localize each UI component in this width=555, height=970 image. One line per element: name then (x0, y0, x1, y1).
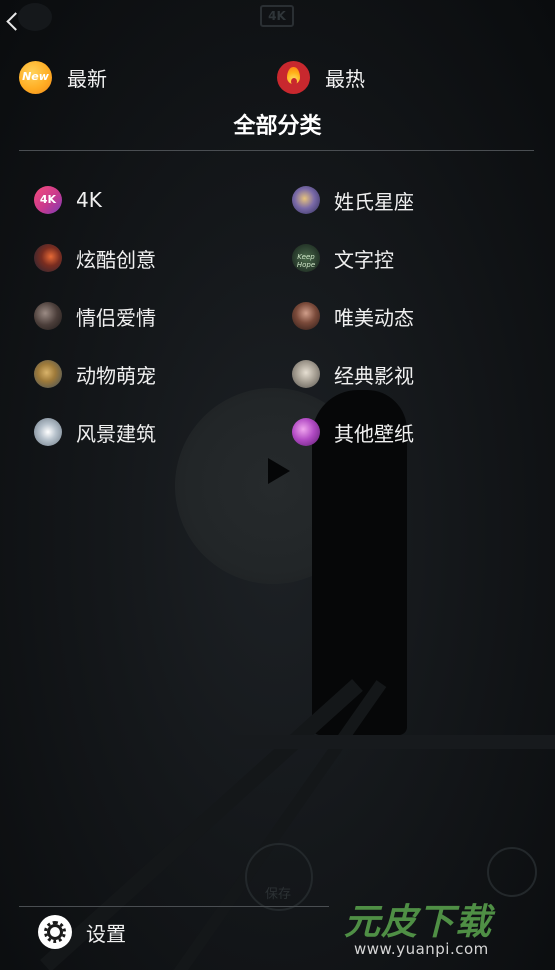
category-classic-movie[interactable]: 经典影视 (292, 359, 414, 389)
text-thumb-icon: Keep Hope (292, 244, 320, 272)
other-wallpaper-thumb-icon (292, 418, 320, 446)
category-scenery-architecture[interactable]: 风景建筑 (34, 417, 156, 447)
hottest-label: 最热 (325, 66, 365, 91)
category-label: 经典影视 (334, 363, 414, 388)
category-cool-creative[interactable]: 炫酷创意 (34, 243, 156, 273)
gear-icon (38, 915, 72, 949)
save-label: 保存 (265, 887, 292, 902)
category-label: 风景建筑 (76, 421, 156, 446)
category-animal-pet[interactable]: 动物萌宠 (34, 359, 156, 389)
cool-creative-thumb-icon (34, 244, 62, 272)
category-label: 其他壁纸 (334, 421, 414, 446)
settings-button[interactable]: 设置 (38, 915, 126, 949)
category-label: 姓氏星座 (334, 189, 414, 214)
latest-entry[interactable]: New 最新 (19, 60, 107, 94)
wallpaper-background: 4K 保存 (0, 0, 555, 970)
category-label: 动物萌宠 (76, 363, 156, 388)
category-couple[interactable]: 情侣爱情 (34, 301, 156, 331)
aesthetic-dynamic-thumb-icon (292, 302, 320, 330)
settings-label: 设置 (86, 921, 126, 946)
play-icon (268, 458, 290, 484)
category-surname-zodiac[interactable]: 姓氏星座 (292, 185, 414, 215)
scenery-architecture-thumb-icon (34, 418, 62, 446)
background-gear-icon (487, 847, 537, 897)
divider (19, 150, 534, 151)
new-badge-icon: New (19, 60, 52, 94)
hottest-entry[interactable]: 最热 (277, 60, 365, 94)
back-arrow-icon[interactable] (4, 10, 20, 32)
flame-icon (277, 60, 310, 94)
category-label: 炫酷创意 (76, 247, 156, 272)
couple-thumb-icon (34, 302, 62, 330)
latest-label: 最新 (67, 66, 107, 91)
menu-icon (18, 3, 52, 31)
resolution-badge: 4K (260, 5, 294, 27)
category-other-wallpaper[interactable]: 其他壁纸 (292, 417, 414, 447)
watermark: 元皮下载 www.yuanpi.com (344, 893, 549, 965)
4k-icon: 4K (34, 186, 62, 214)
section-title: 全部分类 (233, 114, 322, 139)
classic-movie-thumb-icon (292, 360, 320, 388)
category-label: 情侣爱情 (76, 305, 156, 330)
animal-pet-thumb-icon (34, 360, 62, 388)
surname-zodiac-thumb-icon (292, 186, 320, 214)
category-label: 文字控 (334, 247, 394, 272)
watermark-url: www.yuanpi.com (354, 940, 489, 958)
wallpaper-beam (230, 735, 555, 749)
category-4k[interactable]: 4K 4K (34, 185, 102, 215)
watermark-title: 元皮下载 (344, 902, 493, 943)
category-label: 唯美动态 (334, 305, 414, 330)
category-label: 4K (76, 188, 102, 212)
category-text[interactable]: Keep Hope 文字控 (292, 243, 394, 273)
category-aesthetic-dynamic[interactable]: 唯美动态 (292, 301, 414, 331)
footer-divider (19, 906, 329, 907)
